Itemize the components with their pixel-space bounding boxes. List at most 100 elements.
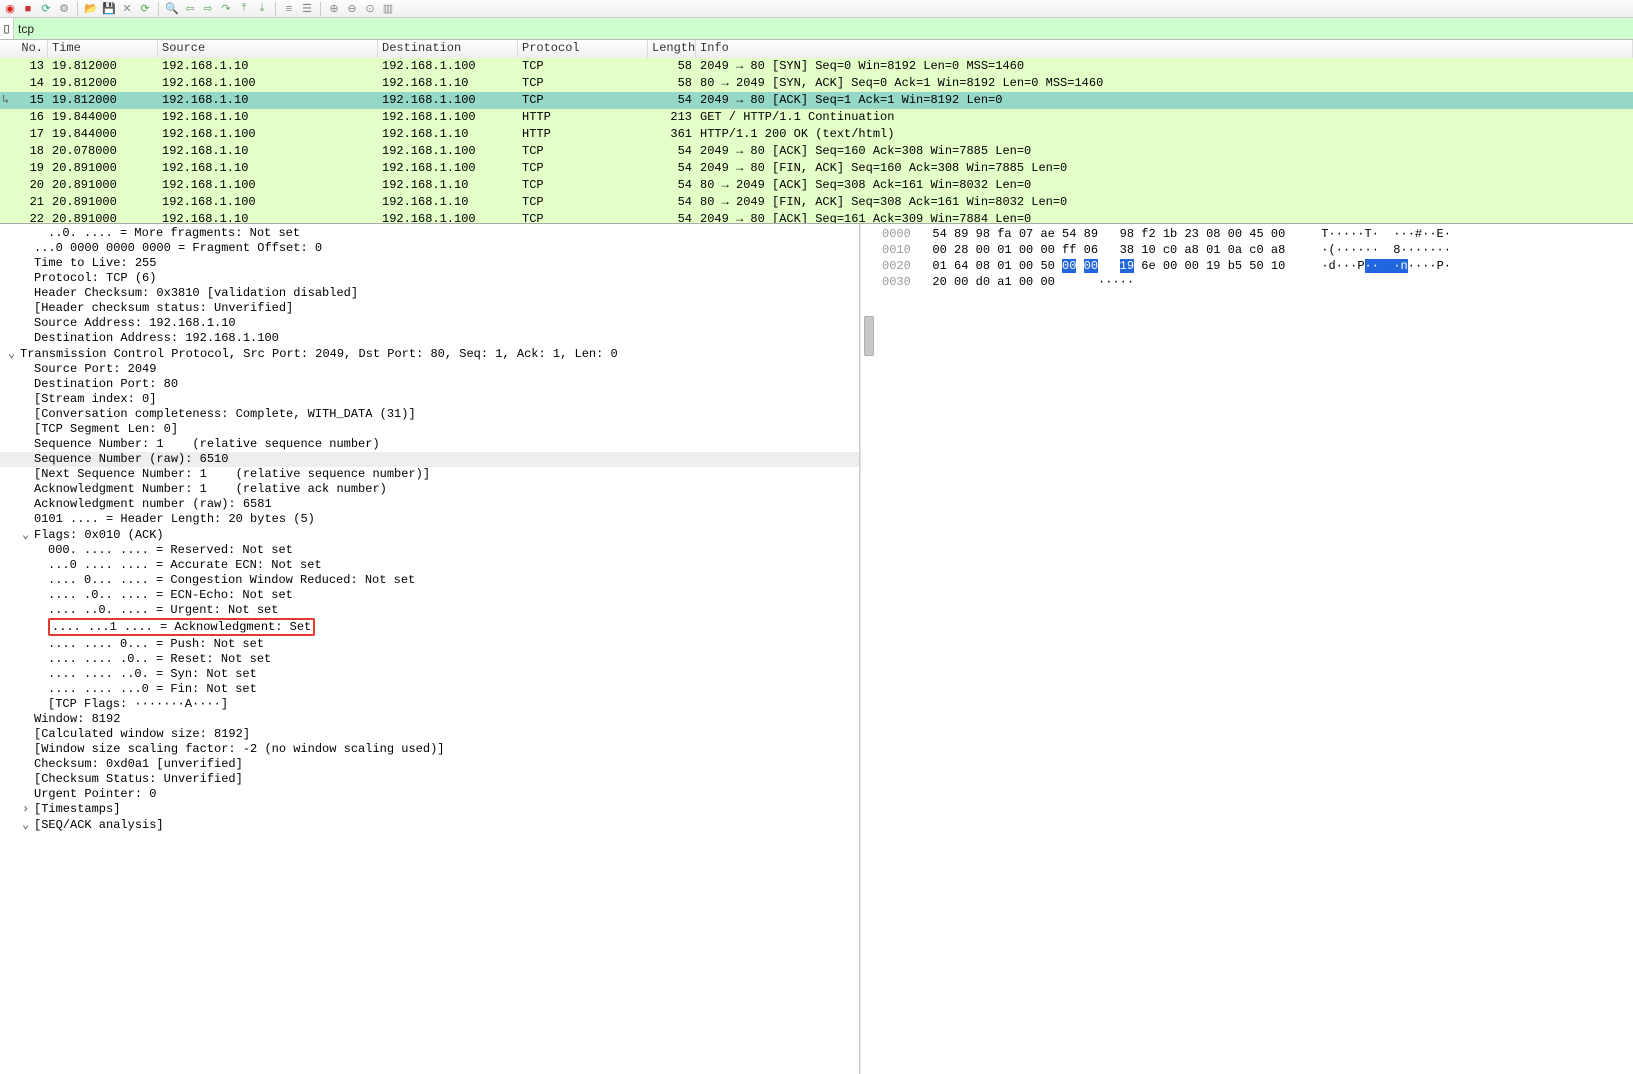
display-filter-input[interactable] — [14, 18, 1633, 39]
close-icon[interactable]: ✕ — [119, 1, 135, 17]
find-icon[interactable]: 🔍 — [164, 1, 180, 17]
packet-row[interactable]: 1319.812000192.168.1.10192.168.1.100TCP5… — [0, 58, 1633, 75]
packet-details-pane[interactable]: ..0. .... = More fragments: Not set...0 … — [0, 224, 860, 1074]
detail-field[interactable]: .... .... .0.. = Reset: Not set — [0, 652, 859, 667]
detail-field[interactable]: Window: 8192 — [0, 712, 859, 727]
detail-field[interactable]: Acknowledgment number (raw): 6581 — [0, 497, 859, 512]
detail-field[interactable]: Source Port: 2049 — [0, 362, 859, 377]
collapse-icon[interactable]: ⌄ — [22, 527, 34, 542]
detail-field[interactable]: Sequence Number: 1 (relative sequence nu… — [0, 437, 859, 452]
col-header-len[interactable]: Length — [648, 40, 696, 58]
hex-row[interactable]: 0020 01 64 08 01 00 50 00 00 19 6e 00 00… — [882, 258, 1627, 274]
packet-row[interactable]: 1619.844000192.168.1.10192.168.1.100HTTP… — [0, 109, 1633, 126]
detail-field[interactable]: Checksum: 0xd0a1 [unverified] — [0, 757, 859, 772]
detail-field[interactable]: ..0. .... = More fragments: Not set — [0, 226, 859, 241]
detail-field[interactable]: 0101 .... = Header Length: 20 bytes (5) — [0, 512, 859, 527]
detail-field[interactable]: .... .0.. .... = ECN-Echo: Not set — [0, 588, 859, 603]
packet-row[interactable]: 2020.891000192.168.1.100192.168.1.10TCP5… — [0, 177, 1633, 194]
expand-icon[interactable]: › — [22, 802, 34, 816]
col-header-time[interactable]: Time — [48, 40, 158, 58]
hex-offset: 0010 — [882, 243, 911, 257]
detail-field[interactable]: Destination Address: 192.168.1.100 — [0, 331, 859, 346]
detail-text: Destination Address: 192.168.1.100 — [34, 331, 279, 345]
zoom-in-icon[interactable]: ⊕ — [326, 1, 342, 17]
detail-field[interactable]: [Window size scaling factor: -2 (no wind… — [0, 742, 859, 757]
packet-bytes-pane[interactable]: 0000 54 89 98 fa 07 ae 54 89 98 f2 1b 23… — [876, 224, 1633, 1074]
detail-field[interactable]: .... .... 0... = Push: Not set — [0, 637, 859, 652]
detail-field[interactable]: Urgent Pointer: 0 — [0, 787, 859, 802]
detail-text: [TCP Segment Len: 0] — [34, 422, 178, 436]
jump-icon[interactable]: ↷ — [218, 1, 234, 17]
packet-row[interactable]: 1419.812000192.168.1.100192.168.1.10TCP5… — [0, 75, 1633, 92]
packet-row[interactable]: 2120.891000192.168.1.100192.168.1.10TCP5… — [0, 194, 1633, 211]
record-icon[interactable]: ◉ — [2, 1, 18, 17]
col-header-prot[interactable]: Protocol — [518, 40, 648, 58]
detail-field[interactable]: Destination Port: 80 — [0, 377, 859, 392]
detail-text: Destination Port: 80 — [34, 377, 178, 391]
cell-src: 192.168.1.10 — [158, 143, 378, 160]
zoom-reset-icon[interactable]: ⊙ — [362, 1, 378, 17]
detail-field[interactable]: ⌄Transmission Control Protocol, Src Port… — [0, 346, 859, 362]
packet-row[interactable]: 1519.812000192.168.1.10192.168.1.100TCP5… — [0, 92, 1633, 109]
colorize-icon[interactable]: ☰ — [299, 1, 315, 17]
detail-field[interactable]: [TCP Flags: ·······A····] — [0, 697, 859, 712]
open-icon[interactable]: 📂 — [83, 1, 99, 17]
packet-list-pane[interactable]: No. Time Source Destination Protocol Len… — [0, 40, 1633, 224]
fwd-icon[interactable]: ⇨ — [200, 1, 216, 17]
resize-cols-icon[interactable]: ▥ — [380, 1, 396, 17]
packet-row[interactable]: 1920.891000192.168.1.10192.168.1.100TCP5… — [0, 160, 1633, 177]
detail-field[interactable]: .... 0... .... = Congestion Window Reduc… — [0, 573, 859, 588]
detail-field[interactable]: Acknowledgment Number: 1 (relative ack n… — [0, 482, 859, 497]
hex-ascii: ·d···P·· ·n····P· — [1321, 259, 1451, 273]
col-header-dst[interactable]: Destination — [378, 40, 518, 58]
detail-field[interactable]: [Header checksum status: Unverified] — [0, 301, 859, 316]
reload-icon[interactable]: ⟳ — [137, 1, 153, 17]
detail-field[interactable]: Source Address: 192.168.1.10 — [0, 316, 859, 331]
detail-field[interactable]: [Checksum Status: Unverified] — [0, 772, 859, 787]
collapse-icon[interactable]: ⌄ — [22, 817, 34, 832]
detail-field[interactable]: Time to Live: 255 — [0, 256, 859, 271]
detail-field[interactable]: [Next Sequence Number: 1 (relative seque… — [0, 467, 859, 482]
scrollbar-thumb[interactable] — [864, 316, 874, 356]
detail-field[interactable]: ⌄Flags: 0x010 (ACK) — [0, 527, 859, 543]
detail-field[interactable]: [Calculated window size: 8192] — [0, 727, 859, 742]
back-icon[interactable]: ⇦ — [182, 1, 198, 17]
hex-row[interactable]: 0030 20 00 d0 a1 00 00 ····· — [882, 274, 1627, 290]
detail-field[interactable]: .... .... ..0. = Syn: Not set — [0, 667, 859, 682]
cell-time: 20.891000 — [48, 177, 158, 194]
detail-field[interactable]: Header Checksum: 0x3810 [validation disa… — [0, 286, 859, 301]
detail-field[interactable]: [TCP Segment Len: 0] — [0, 422, 859, 437]
col-header-src[interactable]: Source — [158, 40, 378, 58]
detail-field[interactable]: .... .... ...0 = Fin: Not set — [0, 682, 859, 697]
details-scrollbar[interactable] — [860, 224, 876, 1074]
autoscroll-icon[interactable]: ≡ — [281, 1, 297, 17]
packet-row[interactable]: 1820.078000192.168.1.10192.168.1.100TCP5… — [0, 143, 1633, 160]
stop-icon[interactable]: ■ — [20, 1, 36, 17]
packet-row[interactable]: 2220.891000192.168.1.10192.168.1.100TCP5… — [0, 211, 1633, 224]
detail-field[interactable]: Sequence Number (raw): 6510 — [0, 452, 859, 467]
detail-field[interactable]: ...0 .... .... = Accurate ECN: Not set — [0, 558, 859, 573]
detail-field[interactable]: 000. .... .... = Reserved: Not set — [0, 543, 859, 558]
hex-row[interactable]: 0010 00 28 00 01 00 00 ff 06 38 10 c0 a8… — [882, 242, 1627, 258]
detail-field[interactable]: [Stream index: 0] — [0, 392, 859, 407]
options-icon[interactable]: ⚙ — [56, 1, 72, 17]
packet-row[interactable]: 1719.844000192.168.1.100192.168.1.10HTTP… — [0, 126, 1633, 143]
col-header-no[interactable]: No. — [0, 40, 48, 58]
detail-field[interactable]: Protocol: TCP (6) — [0, 271, 859, 286]
detail-field[interactable]: .... ..0. .... = Urgent: Not set — [0, 603, 859, 618]
collapse-icon[interactable]: ⌄ — [8, 346, 20, 361]
hex-row[interactable]: 0000 54 89 98 fa 07 ae 54 89 98 f2 1b 23… — [882, 226, 1627, 242]
zoom-out-icon[interactable]: ⊖ — [344, 1, 360, 17]
detail-field[interactable]: [Conversation completeness: Complete, WI… — [0, 407, 859, 422]
detail-field[interactable]: ›[Timestamps] — [0, 802, 859, 817]
last-icon[interactable]: ⤓ — [254, 1, 270, 17]
bookmark-icon[interactable]: ▯ — [0, 18, 14, 39]
detail-field[interactable]: .... ...1 .... = Acknowledgment: Set — [0, 618, 859, 637]
first-icon[interactable]: ⤒ — [236, 1, 252, 17]
cell-info: 80 → 2049 [SYN, ACK] Seq=0 Ack=1 Win=819… — [696, 75, 1633, 92]
detail-field[interactable]: ⌄[SEQ/ACK analysis] — [0, 817, 859, 833]
detail-field[interactable]: ...0 0000 0000 0000 = Fragment Offset: 0 — [0, 241, 859, 256]
save-icon[interactable]: 💾 — [101, 1, 117, 17]
col-header-info[interactable]: Info — [696, 40, 1633, 58]
restart-icon[interactable]: ⟳ — [38, 1, 54, 17]
